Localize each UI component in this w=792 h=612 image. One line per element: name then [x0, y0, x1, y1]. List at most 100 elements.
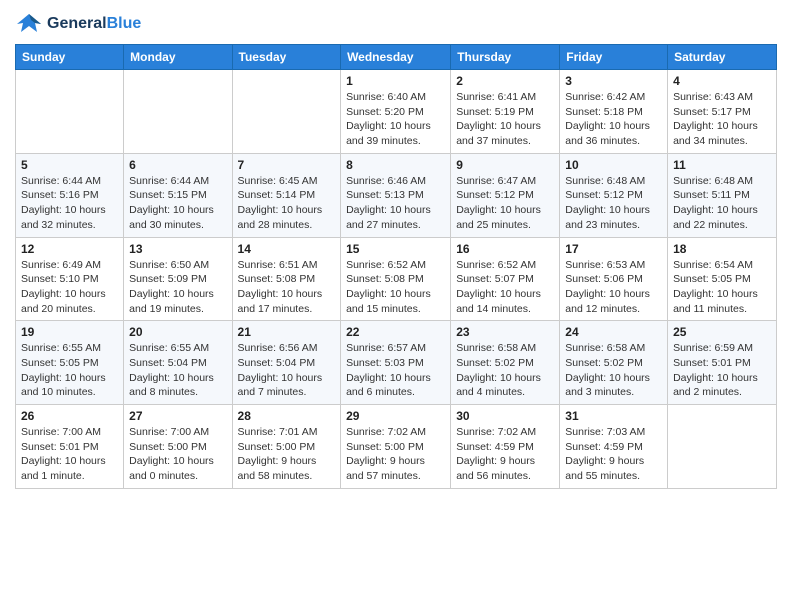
logo-text: GeneralBlue: [47, 15, 141, 33]
day-number: 4: [673, 74, 771, 88]
day-info: Sunrise: 6:55 AMSunset: 5:05 PMDaylight:…: [21, 341, 118, 400]
calendar-cell: 5 Sunrise: 6:44 AMSunset: 5:16 PMDaylight…: [16, 153, 124, 237]
day-number: 15: [346, 242, 445, 256]
logo: GeneralBlue: [15, 10, 141, 38]
calendar-cell: 2 Sunrise: 6:41 AMSunset: 5:19 PMDaylight…: [451, 70, 560, 154]
calendar-cell: 25 Sunrise: 6:59 AMSunset: 5:01 PMDayligh…: [668, 321, 777, 405]
calendar-cell: [232, 70, 341, 154]
day-info: Sunrise: 7:00 AMSunset: 5:01 PMDaylight:…: [21, 425, 118, 484]
day-info: Sunrise: 6:41 AMSunset: 5:19 PMDaylight:…: [456, 90, 554, 149]
calendar-week-row: 5 Sunrise: 6:44 AMSunset: 5:16 PMDaylight…: [16, 153, 777, 237]
day-number: 27: [129, 409, 226, 423]
calendar-cell: [668, 405, 777, 489]
day-number: 31: [565, 409, 662, 423]
day-number: 18: [673, 242, 771, 256]
day-info: Sunrise: 6:52 AMSunset: 5:08 PMDaylight:…: [346, 258, 445, 317]
day-number: 12: [21, 242, 118, 256]
day-number: 16: [456, 242, 554, 256]
day-info: Sunrise: 6:44 AMSunset: 5:15 PMDaylight:…: [129, 174, 226, 233]
calendar-week-row: 12 Sunrise: 6:49 AMSunset: 5:10 PMDayligh…: [16, 237, 777, 321]
day-info: Sunrise: 6:47 AMSunset: 5:12 PMDaylight:…: [456, 174, 554, 233]
day-number: 17: [565, 242, 662, 256]
day-number: 21: [238, 325, 336, 339]
calendar-cell: [16, 70, 124, 154]
day-info: Sunrise: 6:45 AMSunset: 5:14 PMDaylight:…: [238, 174, 336, 233]
day-info: Sunrise: 6:48 AMSunset: 5:11 PMDaylight:…: [673, 174, 771, 233]
calendar-cell: 28Sunrise: 7:01 AMSunset: 5:00 PMDayligh…: [232, 405, 341, 489]
calendar-cell: 19 Sunrise: 6:55 AMSunset: 5:05 PMDayligh…: [16, 321, 124, 405]
calendar-cell: 17Sunrise: 6:53 AMSunset: 5:06 PMDayligh…: [560, 237, 668, 321]
day-info: Sunrise: 6:57 AMSunset: 5:03 PMDaylight:…: [346, 341, 445, 400]
calendar-cell: 12 Sunrise: 6:49 AMSunset: 5:10 PMDayligh…: [16, 237, 124, 321]
day-info: Sunrise: 6:42 AMSunset: 5:18 PMDaylight:…: [565, 90, 662, 149]
calendar-cell: 11 Sunrise: 6:48 AMSunset: 5:11 PMDayligh…: [668, 153, 777, 237]
day-info: Sunrise: 6:43 AMSunset: 5:17 PMDaylight:…: [673, 90, 771, 149]
day-number: 14: [238, 242, 336, 256]
weekday-header: Wednesday: [341, 45, 451, 70]
weekday-header: Monday: [124, 45, 232, 70]
calendar-cell: 24 Sunrise: 6:58 AMSunset: 5:02 PMDayligh…: [560, 321, 668, 405]
day-info: Sunrise: 7:02 AMSunset: 5:00 PMDaylight:…: [346, 425, 445, 484]
day-number: 5: [21, 158, 118, 172]
day-number: 7: [238, 158, 336, 172]
calendar-cell: 21 Sunrise: 6:56 AMSunset: 5:04 PMDayligh…: [232, 321, 341, 405]
day-number: 1: [346, 74, 445, 88]
day-info: Sunrise: 6:59 AMSunset: 5:01 PMDaylight:…: [673, 341, 771, 400]
calendar-cell: 3 Sunrise: 6:42 AMSunset: 5:18 PMDaylight…: [560, 70, 668, 154]
calendar-cell: 4 Sunrise: 6:43 AMSunset: 5:17 PMDaylight…: [668, 70, 777, 154]
day-number: 29: [346, 409, 445, 423]
day-number: 2: [456, 74, 554, 88]
day-info: Sunrise: 6:44 AMSunset: 5:16 PMDaylight:…: [21, 174, 118, 233]
calendar-cell: 1 Sunrise: 6:40 AMSunset: 5:20 PMDaylight…: [341, 70, 451, 154]
day-info: Sunrise: 6:55 AMSunset: 5:04 PMDaylight:…: [129, 341, 226, 400]
calendar-cell: 30Sunrise: 7:02 AMSunset: 4:59 PMDayligh…: [451, 405, 560, 489]
calendar-cell: 18 Sunrise: 6:54 AMSunset: 5:05 PMDayligh…: [668, 237, 777, 321]
day-info: Sunrise: 6:49 AMSunset: 5:10 PMDaylight:…: [21, 258, 118, 317]
day-info: Sunrise: 6:54 AMSunset: 5:05 PMDaylight:…: [673, 258, 771, 317]
day-number: 13: [129, 242, 226, 256]
weekday-header: Friday: [560, 45, 668, 70]
day-info: Sunrise: 6:56 AMSunset: 5:04 PMDaylight:…: [238, 341, 336, 400]
calendar-cell: 10 Sunrise: 6:48 AMSunset: 5:12 PMDayligh…: [560, 153, 668, 237]
day-number: 8: [346, 158, 445, 172]
day-number: 26: [21, 409, 118, 423]
day-info: Sunrise: 7:02 AMSunset: 4:59 PMDaylight:…: [456, 425, 554, 484]
calendar-cell: 23Sunrise: 6:58 AMSunset: 5:02 PMDayligh…: [451, 321, 560, 405]
calendar-cell: 26 Sunrise: 7:00 AMSunset: 5:01 PMDayligh…: [16, 405, 124, 489]
day-number: 11: [673, 158, 771, 172]
day-number: 28: [238, 409, 336, 423]
day-info: Sunrise: 7:00 AMSunset: 5:00 PMDaylight:…: [129, 425, 226, 484]
day-number: 20: [129, 325, 226, 339]
calendar-cell: 14 Sunrise: 6:51 AMSunset: 5:08 PMDayligh…: [232, 237, 341, 321]
calendar-header-row: SundayMondayTuesdayWednesdayThursdayFrid…: [16, 45, 777, 70]
day-info: Sunrise: 7:03 AMSunset: 4:59 PMDaylight:…: [565, 425, 662, 484]
day-info: Sunrise: 6:51 AMSunset: 5:08 PMDaylight:…: [238, 258, 336, 317]
day-number: 23: [456, 325, 554, 339]
weekday-header: Sunday: [16, 45, 124, 70]
calendar-table: SundayMondayTuesdayWednesdayThursdayFrid…: [15, 44, 777, 489]
weekday-header: Tuesday: [232, 45, 341, 70]
day-number: 10: [565, 158, 662, 172]
day-info: Sunrise: 6:40 AMSunset: 5:20 PMDaylight:…: [346, 90, 445, 149]
weekday-header: Thursday: [451, 45, 560, 70]
calendar-cell: 7 Sunrise: 6:45 AMSunset: 5:14 PMDaylight…: [232, 153, 341, 237]
day-number: 22: [346, 325, 445, 339]
calendar-cell: 20 Sunrise: 6:55 AMSunset: 5:04 PMDayligh…: [124, 321, 232, 405]
calendar-cell: 16Sunrise: 6:52 AMSunset: 5:07 PMDayligh…: [451, 237, 560, 321]
day-info: Sunrise: 6:48 AMSunset: 5:12 PMDaylight:…: [565, 174, 662, 233]
calendar-cell: 22 Sunrise: 6:57 AMSunset: 5:03 PMDayligh…: [341, 321, 451, 405]
day-info: Sunrise: 6:50 AMSunset: 5:09 PMDaylight:…: [129, 258, 226, 317]
calendar-cell: 31 Sunrise: 7:03 AMSunset: 4:59 PMDayligh…: [560, 405, 668, 489]
day-number: 25: [673, 325, 771, 339]
calendar-cell: 27 Sunrise: 7:00 AMSunset: 5:00 PMDayligh…: [124, 405, 232, 489]
day-info: Sunrise: 6:58 AMSunset: 5:02 PMDaylight:…: [565, 341, 662, 400]
day-number: 3: [565, 74, 662, 88]
day-number: 24: [565, 325, 662, 339]
day-info: Sunrise: 6:46 AMSunset: 5:13 PMDaylight:…: [346, 174, 445, 233]
day-number: 9: [456, 158, 554, 172]
day-number: 6: [129, 158, 226, 172]
calendar-cell: 15 Sunrise: 6:52 AMSunset: 5:08 PMDayligh…: [341, 237, 451, 321]
calendar-week-row: 26 Sunrise: 7:00 AMSunset: 5:01 PMDayligh…: [16, 405, 777, 489]
calendar-week-row: 1 Sunrise: 6:40 AMSunset: 5:20 PMDaylight…: [16, 70, 777, 154]
day-number: 19: [21, 325, 118, 339]
